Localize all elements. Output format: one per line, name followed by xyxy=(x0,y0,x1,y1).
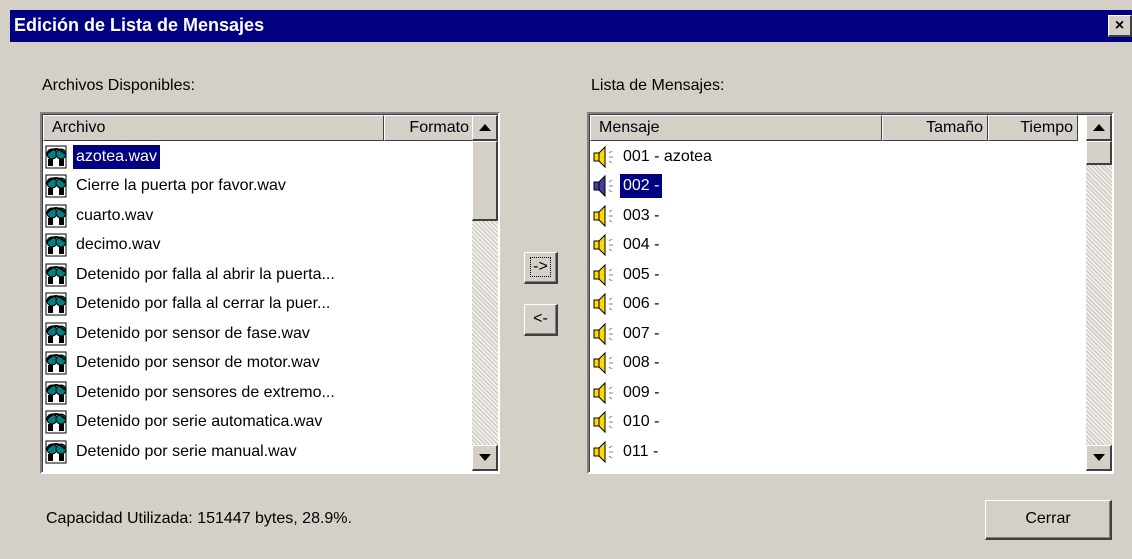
available-files-label: Archivos Disponibles: xyxy=(42,77,195,94)
list-item[interactable]: 009 - xyxy=(590,378,715,408)
window-title: Edición de Lista de Mensajes xyxy=(14,15,265,35)
capacity-status: Capacidad Utilizada: 151447 bytes, 28.9%… xyxy=(46,510,352,527)
list-item-label: Detenido por sensor de fase.wav xyxy=(76,324,310,342)
arrow-down-icon xyxy=(1092,454,1105,461)
audio-file-icon xyxy=(43,262,73,288)
close-icon[interactable]: × xyxy=(1108,15,1132,37)
list-item[interactable]: 007 - xyxy=(590,319,715,349)
remove-button-label: <- xyxy=(533,310,548,327)
column-header-mensaje[interactable]: Mensaje xyxy=(590,115,882,141)
list-item[interactable]: Cierre la puerta por favor.wav xyxy=(43,172,338,202)
audio-file-icon xyxy=(43,409,73,435)
list-item[interactable]: 004 - xyxy=(590,231,715,261)
remove-message-button[interactable]: <- xyxy=(524,304,558,336)
arrow-down-icon xyxy=(478,454,491,461)
speaker-icon xyxy=(590,144,620,170)
scroll-down-button[interactable] xyxy=(1086,445,1112,471)
list-item-label: 009 - xyxy=(623,383,660,401)
scroll-thumb[interactable] xyxy=(1086,141,1112,165)
list-header: Archivo Formato xyxy=(43,115,474,141)
list-item[interactable]: 003 - xyxy=(590,201,715,231)
message-list-label: Lista de Mensajes: xyxy=(591,77,725,94)
add-button-label: -> xyxy=(530,257,551,277)
list-item[interactable]: Detenido por serie manual.wav xyxy=(43,437,338,467)
speaker-icon xyxy=(590,232,620,258)
list-item-label: cuarto.wav xyxy=(76,206,154,224)
column-header-formato[interactable]: Formato xyxy=(384,115,474,141)
scroll-down-button[interactable] xyxy=(472,445,498,471)
list-item-label: 005 - xyxy=(623,265,660,283)
list-item[interactable]: 001 - azotea xyxy=(590,142,715,172)
audio-file-icon xyxy=(43,350,73,376)
list-item-label: 003 - xyxy=(623,206,660,224)
list-item[interactable]: cuarto.wav xyxy=(43,201,338,231)
speaker-icon xyxy=(590,439,620,465)
column-header-tamano[interactable]: Tamaño xyxy=(882,115,988,141)
speaker-icon xyxy=(590,380,620,406)
audio-file-icon xyxy=(43,291,73,317)
list-item[interactable]: Detenido por falla al cerrar la puer... xyxy=(43,290,338,320)
list-item-label: Detenido por serie automatica.wav xyxy=(76,413,323,431)
list-item-label: 010 - xyxy=(623,413,660,431)
list-item-label: 002 - xyxy=(620,174,663,199)
close-button-label: Cerrar xyxy=(1025,510,1071,527)
list-item[interactable]: 008 - xyxy=(590,349,715,379)
list-item-label: Cierre la puerta por favor.wav xyxy=(76,177,286,195)
audio-file-icon xyxy=(43,173,73,199)
scroll-up-button[interactable] xyxy=(1086,115,1112,141)
audio-file-icon xyxy=(43,232,73,258)
close-button[interactable]: Cerrar xyxy=(985,500,1112,540)
speaker-icon xyxy=(590,409,620,435)
list-header: Mensaje Tamaño Tiempo xyxy=(590,115,1078,141)
list-item-label: Detenido por falla al abrir la puerta... xyxy=(76,265,335,283)
arrow-up-icon xyxy=(478,124,491,131)
arrow-up-icon xyxy=(1092,124,1105,131)
add-message-button[interactable]: -> xyxy=(524,252,558,284)
list-item-label: azotea.wav xyxy=(73,144,160,169)
speaker-icon xyxy=(590,203,620,229)
list-item[interactable]: 011 - xyxy=(590,437,715,467)
list-item[interactable]: 010 - xyxy=(590,408,715,438)
right-scrollbar[interactable] xyxy=(1086,115,1112,471)
speaker-icon xyxy=(590,173,620,199)
audio-file-icon xyxy=(43,439,73,465)
list-item-label: 011 - xyxy=(623,442,659,460)
list-item[interactable]: 006 - xyxy=(590,290,715,320)
list-item[interactable]: Detenido por sensor de motor.wav xyxy=(43,349,338,379)
column-header-tiempo[interactable]: Tiempo xyxy=(988,115,1078,141)
list-item-label: decimo.wav xyxy=(76,236,161,254)
scroll-thumb[interactable] xyxy=(472,141,498,221)
list-item-label: 001 - azotea xyxy=(623,147,712,165)
title-bar: Edición de Lista de Mensajes × xyxy=(10,10,1132,42)
list-item[interactable]: Detenido por sensor de fase.wav xyxy=(43,319,338,349)
list-item[interactable]: decimo.wav xyxy=(43,231,338,261)
list-item[interactable]: Detenido por falla al abrir la puerta... xyxy=(43,260,338,290)
list-item-label: 007 - xyxy=(623,324,660,342)
list-item[interactable]: 002 - xyxy=(590,172,715,202)
speaker-icon xyxy=(590,291,620,317)
message-list[interactable]: Mensaje Tamaño Tiempo 001 - azotea 002 - 0… xyxy=(587,112,1114,474)
list-item-label: Detenido por sensor de motor.wav xyxy=(76,354,320,372)
audio-file-icon xyxy=(43,321,73,347)
list-item-label: 008 - xyxy=(623,354,660,372)
available-files-list[interactable]: Archivo Formato azotea.wav Cierre la puer… xyxy=(40,112,500,474)
speaker-icon xyxy=(590,321,620,347)
list-item[interactable]: Detenido por sensores de extremo... xyxy=(43,378,338,408)
column-header-archivo[interactable]: Archivo xyxy=(43,115,384,141)
list-item-label: Detenido por sensores de extremo... xyxy=(76,383,335,401)
list-item[interactable]: 005 - xyxy=(590,260,715,290)
list-item-label: Detenido por falla al cerrar la puer... xyxy=(76,295,331,313)
audio-file-icon xyxy=(43,144,73,170)
list-item-label: 006 - xyxy=(623,295,660,313)
list-item-label: 004 - xyxy=(623,236,660,254)
list-item[interactable]: azotea.wav xyxy=(43,142,338,172)
audio-file-icon xyxy=(43,203,73,229)
list-item-label: Detenido por serie manual.wav xyxy=(76,442,297,460)
left-scrollbar[interactable] xyxy=(472,115,498,471)
speaker-icon xyxy=(590,262,620,288)
scroll-up-button[interactable] xyxy=(472,115,498,141)
list-item[interactable]: Detenido por serie automatica.wav xyxy=(43,408,338,438)
speaker-icon xyxy=(590,350,620,376)
audio-file-icon xyxy=(43,380,73,406)
